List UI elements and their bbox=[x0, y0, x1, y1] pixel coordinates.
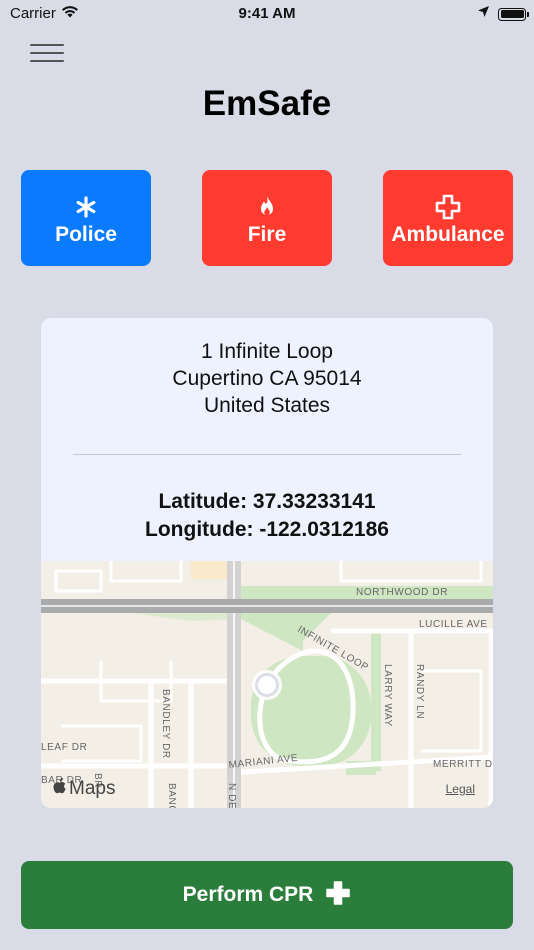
menu-button[interactable] bbox=[30, 44, 64, 66]
location-card: 1 Infinite Loop Cupertino CA 95014 Unite… bbox=[41, 318, 493, 808]
location-arrow-icon bbox=[477, 5, 490, 23]
battery-icon bbox=[498, 7, 529, 21]
medical-cross-icon bbox=[435, 193, 461, 221]
map-label-larry-way: LARRY WAY bbox=[382, 664, 393, 727]
map-label-randy-ln: RANDY LN bbox=[414, 664, 425, 719]
perform-cpr-button[interactable]: Perform CPR bbox=[21, 861, 513, 929]
longitude-text: Longitude: -122.0312186 bbox=[145, 518, 389, 541]
map-label-merritt: MERRITT DR bbox=[433, 759, 493, 770]
plus-icon bbox=[325, 880, 351, 911]
ambulance-button[interactable]: Ambulance bbox=[383, 170, 513, 266]
maps-label: Maps bbox=[69, 778, 116, 799]
fire-button[interactable]: Fire bbox=[202, 170, 332, 266]
hamburger-icon-line bbox=[30, 52, 64, 54]
map-label-leaf: LEAF DR bbox=[41, 742, 87, 753]
police-button[interactable]: Police bbox=[21, 170, 151, 266]
asterisk-icon bbox=[75, 193, 97, 221]
flame-icon bbox=[257, 193, 277, 221]
map-label-lucille: LUCILLE AVE bbox=[419, 619, 488, 630]
police-label: Police bbox=[55, 223, 117, 246]
address-line-1: 1 Infinite Loop bbox=[201, 340, 333, 363]
ambulance-label: Ambulance bbox=[391, 223, 505, 246]
fire-label: Fire bbox=[247, 223, 287, 246]
map-label-n-de: N DE bbox=[226, 783, 237, 808]
map-label-northwood: NORTHWOOD DR bbox=[356, 587, 448, 598]
latitude-text: Latitude: 37.33233141 bbox=[158, 490, 376, 513]
map-label-bang: BANG bbox=[166, 783, 177, 808]
hamburger-icon-line bbox=[30, 60, 64, 62]
legal-link[interactable]: Legal bbox=[446, 782, 475, 796]
status-right bbox=[477, 5, 529, 23]
status-bar: Carrier 9:41 AM bbox=[0, 0, 534, 30]
divider bbox=[73, 454, 461, 455]
map-label-bandley: BANDLEY DR bbox=[160, 689, 171, 759]
address-block: 1 Infinite Loop Cupertino CA 95014 Unite… bbox=[41, 338, 493, 419]
coordinates-block: Latitude: 37.33233141 Longitude: -122.03… bbox=[41, 488, 493, 544]
apple-logo-icon bbox=[53, 778, 67, 800]
hamburger-icon-line bbox=[30, 44, 64, 46]
map-view[interactable]: NORTHWOOD DR LUCILLE AVE INFINITE LOOP L… bbox=[41, 561, 493, 808]
maps-attribution: Maps bbox=[53, 778, 115, 800]
perform-cpr-label: Perform CPR bbox=[182, 883, 314, 906]
address-line-2: Cupertino CA 95014 bbox=[172, 367, 362, 390]
app-title: EmSafe bbox=[202, 84, 332, 123]
address-line-3: United States bbox=[203, 394, 331, 417]
status-time: 9:41 AM bbox=[238, 5, 296, 22]
